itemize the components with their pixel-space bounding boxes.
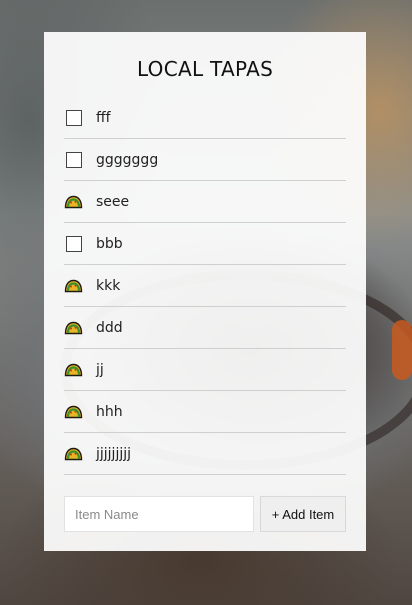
checkbox-box	[65, 151, 82, 168]
list-item[interactable]: fff	[64, 97, 346, 139]
list-item-label: ggggggg	[96, 151, 159, 168]
taco-icon[interactable]	[64, 444, 83, 463]
checkbox-box	[65, 109, 82, 126]
taco-icon[interactable]	[64, 318, 83, 337]
add-item-button[interactable]: + Add Item	[260, 496, 346, 532]
list-item-label: fff	[96, 109, 111, 126]
checkbox-icon[interactable]	[64, 108, 83, 127]
list-item-label: bbb	[96, 235, 123, 252]
list-item[interactable]: bbb	[64, 223, 346, 265]
checkbox-box	[65, 235, 82, 252]
list-item-label: jj	[96, 361, 104, 378]
list-item[interactable]: ddd	[64, 307, 346, 349]
list-item-label: jjjjjjjjj	[96, 445, 132, 462]
list-item[interactable]: hhh	[64, 391, 346, 433]
list-item[interactable]: jjjjjjjjj	[64, 433, 346, 475]
background-highlight	[392, 320, 412, 380]
list-item-label: hhh	[96, 403, 123, 420]
checkbox-icon[interactable]	[64, 150, 83, 169]
list-item[interactable]: kkk	[64, 265, 346, 307]
taco-icon[interactable]	[64, 360, 83, 379]
add-item-form: + Add Item	[64, 496, 346, 532]
item-list: fff ggggggg seee bbb kkk ddd jj hhh jjjjjjjjj	[64, 97, 346, 475]
checkbox-icon[interactable]	[64, 234, 83, 253]
list-item-label: seee	[96, 193, 130, 210]
list-item-label: kkk	[96, 277, 121, 294]
list-item-label: ddd	[96, 319, 123, 336]
list-item[interactable]: seee	[64, 181, 346, 223]
taco-icon[interactable]	[64, 402, 83, 421]
tapas-card: LOCAL TAPAS fff ggggggg seee bbb kkk ddd jj hhh…	[44, 32, 366, 551]
taco-icon[interactable]	[64, 276, 83, 295]
item-name-input[interactable]	[64, 496, 254, 532]
list-item[interactable]: ggggggg	[64, 139, 346, 181]
taco-icon[interactable]	[64, 192, 83, 211]
page-title: LOCAL TAPAS	[136, 57, 274, 81]
list-item[interactable]: jj	[64, 349, 346, 391]
